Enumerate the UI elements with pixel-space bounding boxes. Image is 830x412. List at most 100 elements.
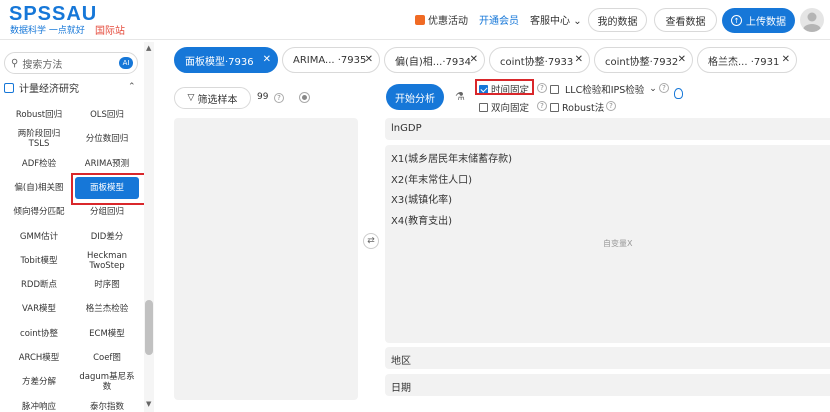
scroll-up-arrow-icon[interactable]: ▲ bbox=[146, 44, 151, 52]
intl-site-link[interactable]: 国际站 bbox=[95, 22, 125, 37]
method-search-input[interactable]: ⚲ 搜索方法 bbox=[4, 52, 138, 74]
sidebar-item[interactable]: ADF检验 bbox=[6, 154, 72, 174]
filter-sample-button[interactable]: ▽ 筛选样本 bbox=[174, 87, 251, 109]
x-variable-item[interactable]: X1(城乡居民年末储蓄存款) bbox=[391, 150, 512, 165]
two-way-fixed-label: 双向固定 bbox=[491, 103, 530, 114]
sidebar-item[interactable]: 面板模型 bbox=[75, 176, 139, 199]
tab-label: 格兰杰... ·7931 bbox=[708, 56, 780, 68]
settings-dot-icon[interactable] bbox=[299, 92, 310, 103]
chevron-down-icon[interactable]: ⌄ bbox=[649, 84, 657, 94]
y-variable-box[interactable]: lnGDP bbox=[385, 118, 830, 140]
slogan: 数据科学 一点就好 bbox=[10, 26, 85, 36]
llc-ips-checkbox[interactable] bbox=[550, 84, 559, 94]
tab[interactable]: 偏(自)相...·7934 ✕ bbox=[384, 47, 485, 73]
sidebar-item[interactable]: Heckman TwoStep bbox=[74, 251, 140, 271]
close-icon[interactable]: ✕ bbox=[782, 54, 790, 65]
x-variable-item[interactable]: X4(教育支出) bbox=[391, 212, 452, 227]
close-icon[interactable]: ✕ bbox=[575, 54, 583, 65]
help-icon[interactable]: ? bbox=[274, 93, 284, 103]
x-variable-placeholder: 自变量X bbox=[603, 239, 633, 248]
sidebar-item[interactable]: Tobit模型 bbox=[6, 251, 72, 271]
sidebar-item[interactable]: OLS回归 bbox=[74, 105, 140, 125]
promo-label: 优惠活动 bbox=[428, 16, 468, 27]
sidebar-item[interactable]: DID差分 bbox=[74, 227, 140, 247]
section-label: 计量经济研究 bbox=[19, 84, 79, 95]
lightbulb-icon[interactable] bbox=[674, 88, 683, 99]
sidebar-item[interactable]: GMM估计 bbox=[6, 227, 72, 247]
promo-link[interactable]: 优惠活动 bbox=[415, 12, 468, 27]
two-way-fixed-checkbox[interactable] bbox=[479, 102, 488, 112]
sidebar-item[interactable]: 分位数回归 bbox=[74, 129, 140, 149]
two-way-fixed-option[interactable]: 双向固定 bbox=[479, 100, 529, 114]
view-data-button[interactable]: 查看数据 bbox=[654, 8, 717, 32]
close-icon[interactable]: ✕ bbox=[678, 54, 686, 65]
sidebar-item[interactable]: 时序图 bbox=[74, 275, 140, 295]
sidebar-item[interactable]: 泰尔指数 bbox=[74, 397, 140, 412]
highlight-box-fixed-time bbox=[475, 79, 534, 95]
variable-source-panel[interactable] bbox=[174, 118, 358, 400]
robust-option[interactable]: Robust法 bbox=[550, 100, 604, 114]
sidebar-item[interactable]: RDD断点 bbox=[6, 275, 72, 295]
date-label: 日期 bbox=[391, 383, 411, 394]
region-label: 地区 bbox=[391, 356, 411, 367]
close-icon[interactable]: ✕ bbox=[263, 54, 271, 65]
avatar[interactable] bbox=[800, 8, 824, 32]
sidebar-item[interactable]: coint协整 bbox=[6, 324, 72, 344]
tab[interactable]: 面板模型·7936 ✕ bbox=[174, 47, 278, 73]
x-variable-item[interactable]: X2(年末常住人口) bbox=[391, 171, 472, 186]
sidebar-item[interactable]: Coef图 bbox=[74, 348, 140, 368]
tab-label: 偏(自)相...·7934 bbox=[395, 56, 471, 68]
y-variable-item[interactable]: lnGDP bbox=[391, 123, 422, 134]
tab[interactable]: ARIMA... ·7935 ✕ bbox=[282, 47, 380, 73]
x-variable-box[interactable]: X1(城乡居民年末储蓄存款) X2(年末常住人口) X3(城镇化率) X4(教育支出)… bbox=[385, 145, 830, 343]
region-box[interactable]: 地区 bbox=[385, 347, 830, 369]
robust-checkbox[interactable] bbox=[550, 102, 559, 112]
tab-label: coint协整·7932 bbox=[605, 56, 679, 68]
ai-badge[interactable]: AI bbox=[119, 57, 133, 69]
filter-icon: ▽ bbox=[187, 93, 195, 103]
sidebar-item[interactable]: 倾向得分匹配 bbox=[6, 202, 72, 222]
robust-label: Robust法 bbox=[562, 103, 605, 114]
filter-label: 筛选样本 bbox=[197, 94, 238, 106]
date-box[interactable]: 日期 bbox=[385, 374, 830, 396]
close-icon[interactable]: ✕ bbox=[470, 54, 478, 65]
help-icon[interactable]: ? bbox=[659, 83, 669, 93]
sidebar-scrollbar-thumb[interactable] bbox=[145, 300, 153, 355]
sidebar-item[interactable]: 偏(自)相关图 bbox=[6, 178, 72, 198]
scroll-down-arrow-icon[interactable]: ▼ bbox=[146, 400, 151, 408]
start-analysis-button[interactable]: 开始分析 bbox=[386, 84, 444, 110]
llc-ips-option[interactable]: LLC检验和IPS检验 ⌄ bbox=[550, 82, 657, 96]
my-data-button[interactable]: 我的数据 bbox=[588, 8, 647, 32]
service-center-menu[interactable]: 客服中心 ⌄ bbox=[530, 12, 582, 27]
x-variable-item[interactable]: X3(城镇化率) bbox=[391, 191, 452, 206]
upload-data-button[interactable]: ↑ 上传数据 bbox=[722, 8, 795, 33]
tab[interactable]: coint协整·7933 ✕ bbox=[489, 47, 590, 73]
sidebar-item[interactable]: 脉冲响应 bbox=[6, 397, 72, 412]
sidebar-item[interactable]: dagum基尼系 数 bbox=[74, 372, 140, 392]
section-header-econometrics[interactable]: 计量经济研究 bbox=[4, 80, 79, 95]
sidebar-item[interactable]: 分组回归 bbox=[74, 202, 140, 222]
tab[interactable]: 格兰杰... ·7931 ✕ bbox=[697, 47, 797, 73]
help-icon[interactable]: ? bbox=[606, 101, 616, 111]
vip-link[interactable]: 开通会员 bbox=[479, 12, 519, 27]
help-icon[interactable]: ? bbox=[537, 83, 547, 93]
tab-label: 面板模型·7936 bbox=[185, 56, 254, 68]
tab[interactable]: coint协整·7932 ✕ bbox=[594, 47, 693, 73]
sidebar-item[interactable]: VAR模型 bbox=[6, 299, 72, 319]
tab-label: coint协整·7933 bbox=[500, 56, 574, 68]
sidebar-item[interactable]: 两阶段回归 TSLS bbox=[6, 129, 72, 149]
swap-icon[interactable]: ⇄ bbox=[363, 233, 379, 249]
llc-ips-label: LLC检验和IPS检验 bbox=[565, 85, 645, 96]
close-icon[interactable]: ✕ bbox=[365, 54, 373, 65]
user-icon bbox=[803, 12, 821, 32]
chevron-up-icon[interactable]: ⌃ bbox=[128, 82, 136, 92]
flask-icon[interactable]: ⚗ bbox=[455, 90, 465, 103]
sidebar-item[interactable]: 方差分解 bbox=[6, 372, 72, 392]
sidebar-item[interactable]: ARCH模型 bbox=[6, 348, 72, 368]
sidebar-item[interactable]: ECM模型 bbox=[74, 324, 140, 344]
sidebar-item[interactable]: 格兰杰检验 bbox=[74, 299, 140, 319]
help-icon[interactable]: ? bbox=[537, 101, 547, 111]
sidebar-scrollbar[interactable] bbox=[144, 42, 154, 412]
sidebar-item[interactable]: Robust回归 bbox=[6, 105, 72, 125]
sidebar-item[interactable]: ARIMA预测 bbox=[74, 154, 140, 174]
